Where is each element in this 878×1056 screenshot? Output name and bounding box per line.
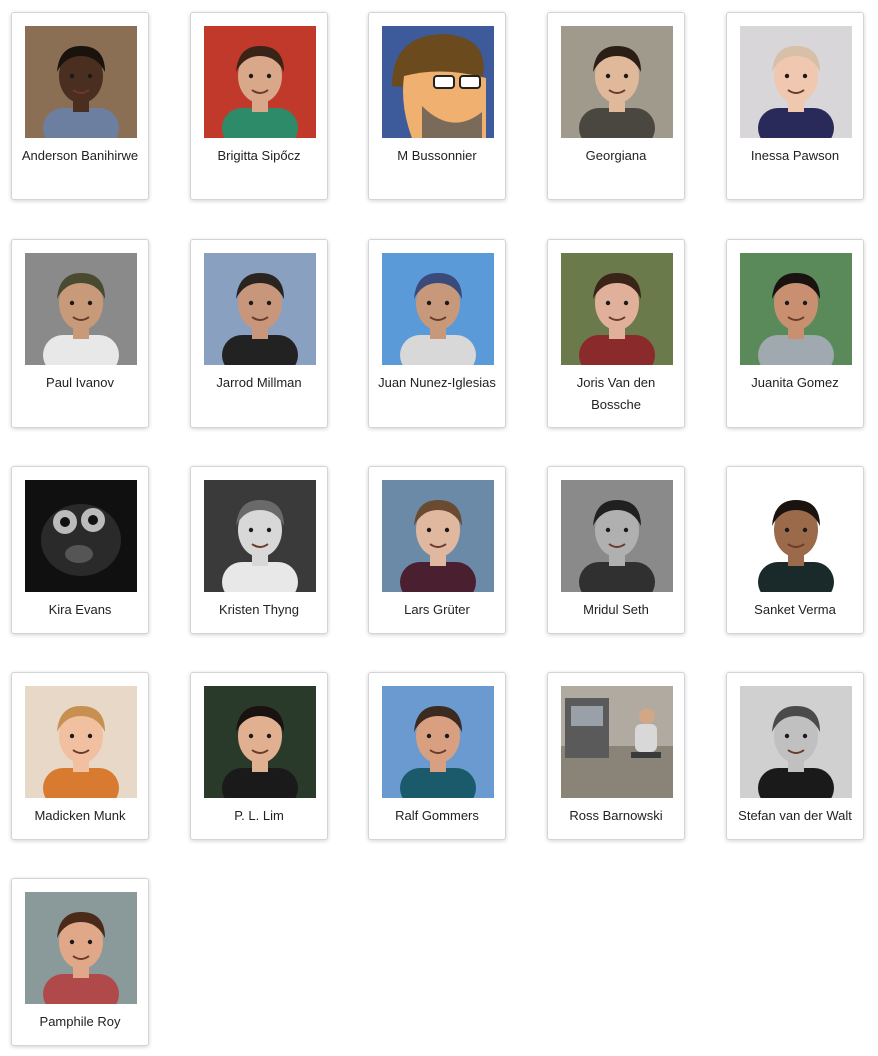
member-photo: [204, 253, 316, 365]
member-photo: [561, 26, 673, 138]
member-name: Anderson Banihirwe: [21, 148, 139, 163]
member-photo: [382, 253, 494, 365]
member-photo: [382, 26, 494, 138]
cartoon-avatar: [382, 26, 494, 138]
member-name: Kira Evans: [48, 602, 112, 617]
member-photo: [204, 480, 316, 592]
portrait-photo: [25, 253, 137, 365]
portrait-photo: [561, 26, 673, 138]
team-member-card[interactable]: Kristen Thyng: [190, 466, 328, 634]
member-photo: [25, 892, 137, 1004]
portrait-photo: [25, 892, 137, 1004]
member-name: Jarrod Millman: [216, 375, 302, 390]
portrait-photo: [740, 253, 852, 365]
portrait-photo: [740, 480, 852, 592]
member-name: Juan Nunez-Iglesias: [378, 375, 496, 390]
member-photo: [740, 686, 852, 798]
team-member-card[interactable]: Stefan van der Walt: [726, 672, 864, 840]
member-name: Ross Barnowski: [569, 808, 663, 823]
team-member-card[interactable]: Ralf Gommers: [368, 672, 506, 840]
member-name: P. L. Lim: [234, 808, 284, 823]
member-photo: [740, 253, 852, 365]
team-member-card[interactable]: Anderson Banihirwe: [11, 12, 149, 200]
member-name: Paul Ivanov: [46, 375, 114, 390]
member-photo: [25, 480, 137, 592]
member-photo: [25, 26, 137, 138]
team-member-card[interactable]: Inessa Pawson: [726, 12, 864, 200]
member-photo: [561, 686, 673, 798]
team-member-card[interactable]: Pamphile Roy: [11, 878, 149, 1046]
member-name: Lars Grüter: [404, 602, 470, 617]
member-name: Brigitta Sipőcz: [217, 148, 301, 163]
member-name: Joris Van den Bossche: [576, 375, 656, 412]
member-photo: [25, 686, 137, 798]
member-name: M Bussonnier: [397, 148, 477, 163]
member-name: Kristen Thyng: [219, 602, 299, 617]
team-member-card[interactable]: Mridul Seth: [547, 466, 685, 634]
portrait-photo: [204, 26, 316, 138]
member-photo: [382, 480, 494, 592]
member-name: Sanket Verma: [754, 602, 836, 617]
portrait-photo: [382, 480, 494, 592]
member-photo: [561, 480, 673, 592]
member-photo: [382, 686, 494, 798]
portrait-photo: [382, 253, 494, 365]
member-photo: [204, 686, 316, 798]
team-member-card[interactable]: Georgiana: [547, 12, 685, 200]
portrait-photo: [740, 686, 852, 798]
portrait-photo: [204, 686, 316, 798]
member-photo: [740, 480, 852, 592]
team-member-card[interactable]: Kira Evans: [11, 466, 149, 634]
team-member-card[interactable]: Sanket Verma: [726, 466, 864, 634]
portrait-photo: [740, 26, 852, 138]
member-name: Ralf Gommers: [395, 808, 479, 823]
team-member-card[interactable]: Juanita Gomez: [726, 239, 864, 428]
member-name: Pamphile Roy: [39, 1014, 121, 1029]
portrait-photo: [204, 480, 316, 592]
member-photo: [204, 26, 316, 138]
team-member-card[interactable]: Madicken Munk: [11, 672, 149, 840]
portrait-photo: [25, 26, 137, 138]
team-grid: Anderson Banihirwe Brigitta Sipőcz M Busso…: [0, 0, 878, 1056]
member-name: Madicken Munk: [34, 808, 126, 823]
member-name: Mridul Seth: [583, 602, 649, 617]
member-name: Inessa Pawson: [750, 148, 840, 163]
portrait-photo: [561, 253, 673, 365]
lab-photo: [561, 686, 673, 798]
team-member-card[interactable]: Brigitta Sipőcz: [190, 12, 328, 200]
team-member-card[interactable]: Jarrod Millman: [190, 239, 328, 428]
team-member-card[interactable]: P. L. Lim: [190, 672, 328, 840]
team-member-card[interactable]: Ross Barnowski: [547, 672, 685, 840]
member-photo: [25, 253, 137, 365]
team-member-card[interactable]: Paul Ivanov: [11, 239, 149, 428]
member-photo: [740, 26, 852, 138]
team-member-card[interactable]: Lars Grüter: [368, 466, 506, 634]
member-name: Juanita Gomez: [751, 375, 839, 390]
member-photo: [561, 253, 673, 365]
member-name: Georgiana: [585, 148, 647, 163]
portrait-photo: [25, 686, 137, 798]
cell-image: [25, 480, 137, 592]
portrait-photo: [382, 686, 494, 798]
portrait-photo: [204, 253, 316, 365]
team-member-card[interactable]: M Bussonnier: [368, 12, 506, 200]
member-name: Stefan van der Walt: [738, 808, 852, 823]
team-member-card[interactable]: Joris Van den Bossche: [547, 239, 685, 428]
team-member-card[interactable]: Juan Nunez-Iglesias: [368, 239, 506, 428]
portrait-photo: [561, 480, 673, 592]
